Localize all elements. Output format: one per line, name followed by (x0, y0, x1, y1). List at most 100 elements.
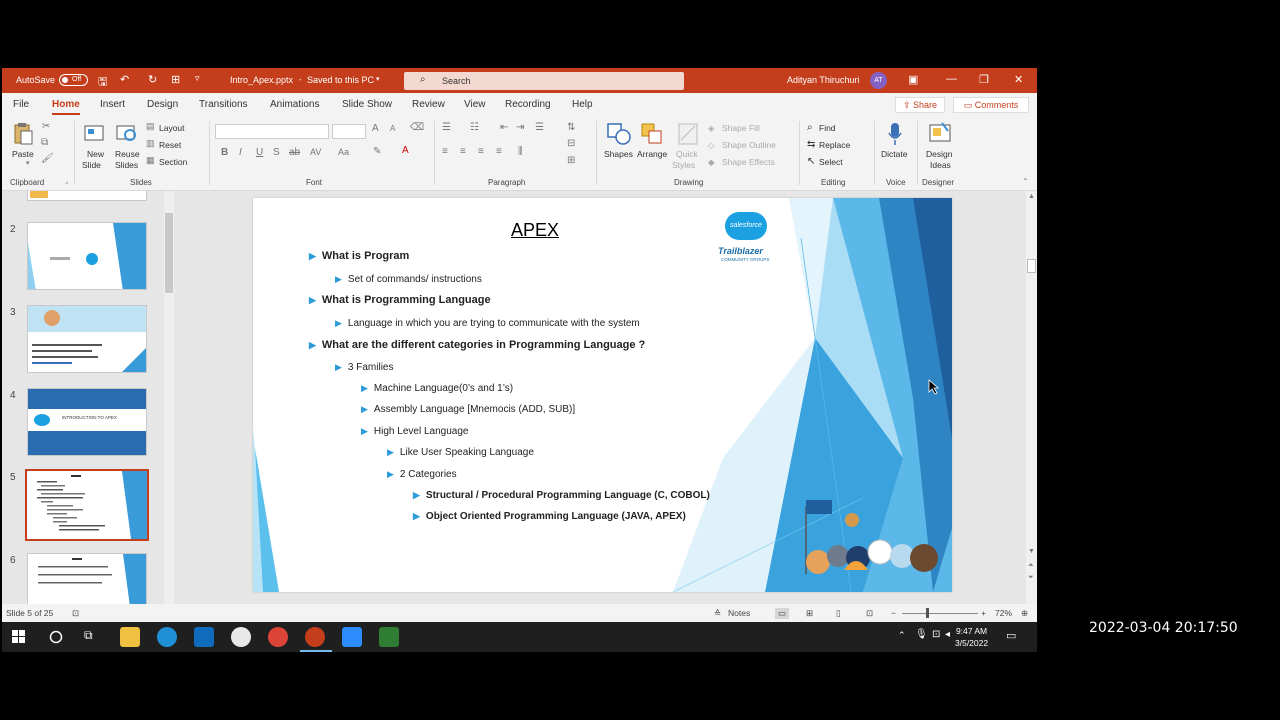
bullet-l1[interactable]: ▶ What is Programming Language (309, 294, 491, 306)
section-button[interactable]: Section (159, 157, 187, 167)
highlight-icon[interactable]: ✎ (373, 146, 381, 157)
tab-help[interactable]: Help (572, 99, 593, 110)
redo-icon[interactable]: ↻ (148, 73, 157, 86)
reading-view-icon[interactable]: ▯ (836, 608, 841, 619)
close-icon[interactable]: ✕ (1014, 73, 1023, 86)
design-ideas-icon[interactable] (928, 121, 952, 145)
paste-icon[interactable] (12, 122, 34, 146)
save-icon[interactable]: 🖫 (98, 73, 107, 92)
microphone-icon[interactable] (887, 121, 903, 147)
search-icon[interactable] (48, 629, 64, 645)
paste-label[interactable]: Paste (12, 149, 34, 159)
arrange-button[interactable]: Arrange (637, 149, 667, 159)
bullet-l2[interactable]: ▶ 3 Families (335, 362, 394, 373)
zoom-level[interactable]: 72% (995, 608, 1012, 618)
columns-icon[interactable]: ⫼ (518, 146, 523, 157)
reuse-slides-label[interactable]: Reuse (115, 149, 140, 159)
powerpoint-icon[interactable] (305, 627, 325, 647)
shrink-font-icon[interactable]: A (390, 124, 395, 133)
replace-icon[interactable]: ⇆ (807, 139, 815, 150)
find-button[interactable]: Find (819, 123, 836, 133)
zoom-in-icon[interactable]: + (981, 608, 986, 618)
align-text-icon[interactable]: ⊟ (567, 138, 575, 149)
zoom-slider-thumb[interactable] (926, 608, 929, 618)
align-center-icon[interactable]: ≡ (460, 146, 466, 157)
replace-button[interactable]: Replace (819, 140, 850, 150)
tab-home[interactable]: Home (52, 99, 80, 115)
thumbnail-scrollbar[interactable] (164, 191, 174, 604)
slide-thumbnail-2[interactable] (27, 222, 147, 290)
slide-thumbnail-1[interactable] (27, 191, 147, 201)
zoom-app-icon[interactable] (342, 627, 362, 647)
smartart-icon[interactable]: ⊞ (567, 155, 575, 166)
microphone-icon[interactable]: 🎙 (915, 629, 928, 640)
restore-icon[interactable]: ❐ (979, 73, 989, 86)
character-spacing-button[interactable]: AV (310, 147, 321, 157)
font-color-icon[interactable]: A (402, 145, 409, 156)
arrange-icon[interactable] (640, 122, 664, 146)
cut-icon[interactable]: ✂ (42, 121, 50, 132)
bold-button[interactable]: B (221, 147, 228, 158)
scroll-down-icon[interactable]: ▼ (1028, 548, 1035, 555)
line-spacing-icon[interactable]: ☰ (535, 122, 544, 133)
file-explorer-icon[interactable] (120, 627, 140, 647)
text-direction-icon[interactable]: ⇅ (567, 122, 575, 133)
bullet-l1[interactable]: ▶ What is Program (309, 250, 409, 262)
shape-outline-icon[interactable]: ◇ (708, 140, 715, 151)
decrease-indent-icon[interactable]: ⇤ (500, 122, 508, 133)
strikethrough-icon[interactable]: ab (289, 147, 300, 158)
bullet-l5[interactable]: ▶ Structural / Procedural Programming Lan… (413, 490, 710, 501)
notes-button[interactable]: Notes (728, 608, 750, 618)
bullet-l3[interactable]: ▶ High Level Language (361, 426, 468, 437)
shape-effects-icon[interactable]: ◆ (708, 157, 715, 168)
reuse-slides-label-2[interactable]: Slides (115, 160, 138, 170)
collapse-ribbon-icon[interactable]: ⌃ (1022, 177, 1029, 186)
notifications-icon[interactable]: ▭ (1006, 629, 1016, 642)
tab-recording[interactable]: Recording (505, 99, 551, 110)
align-left-icon[interactable]: ≡ (442, 146, 448, 157)
task-view-icon[interactable]: ⧉ (84, 628, 93, 643)
dialog-launcher-icon[interactable]: ⌟ (65, 177, 68, 185)
increase-indent-icon[interactable]: ⇥ (516, 122, 524, 133)
undo-icon[interactable]: ↶ (120, 73, 129, 86)
scroll-up-icon[interactable]: ▲ (1028, 193, 1035, 200)
tab-transitions[interactable]: Transitions (199, 99, 248, 110)
tab-insert[interactable]: Insert (100, 99, 125, 110)
save-status[interactable]: Saved to this PC (307, 75, 374, 85)
bullet-l3[interactable]: ▶ Assembly Language [Mnemocis (ADD, SUB)] (361, 404, 575, 415)
search-box[interactable]: ⌕ Search (404, 72, 684, 90)
shape-effects-button[interactable]: Shape Effects (722, 157, 775, 167)
chrome-icon[interactable] (268, 627, 288, 647)
notes-icon[interactable]: ≙ (714, 608, 721, 619)
copy-icon[interactable]: ⧉ (41, 137, 48, 148)
normal-view-icon[interactable]: ▭ (775, 608, 790, 619)
bullet-l4[interactable]: ▶ Like User Speaking Language (387, 447, 534, 458)
italic-button[interactable]: I (239, 147, 242, 158)
design-ideas-label[interactable]: Design (926, 149, 952, 159)
align-right-icon[interactable]: ≡ (478, 146, 484, 157)
slide-title[interactable]: APEX (511, 220, 559, 241)
reuse-slides-icon[interactable] (115, 122, 139, 144)
outlook-icon[interactable] (194, 627, 214, 647)
font-size-select[interactable] (332, 124, 366, 139)
new-slide-icon[interactable] (83, 122, 105, 144)
shape-fill-button[interactable]: Shape Fill (722, 123, 760, 133)
avatar[interactable]: AT (870, 72, 887, 89)
grow-font-icon[interactable]: A (372, 123, 379, 134)
minimize-icon[interactable]: — (946, 73, 957, 85)
bullet-l1[interactable]: ▶ What are the different categories in Pr… (309, 339, 645, 351)
bullets-icon[interactable]: ☰ (442, 122, 451, 133)
quick-styles-label-2[interactable]: Styles (672, 160, 695, 170)
tab-design[interactable]: Design (147, 99, 178, 110)
slide-5[interactable]: APEX salesforce Trailblazer COMMUNITY GR… (253, 198, 952, 592)
accessibility-icon[interactable]: ⊡ (72, 608, 79, 619)
new-slide-label-2[interactable]: Slide (82, 160, 101, 170)
layout-icon[interactable]: ▤ (146, 121, 155, 132)
chevron-up-icon[interactable]: ⌃ (898, 630, 906, 641)
tab-file[interactable]: File (13, 99, 29, 110)
font-name-select[interactable] (215, 124, 329, 139)
quick-styles-label[interactable]: Quick (676, 149, 698, 159)
scrollbar-thumb[interactable] (1027, 259, 1036, 273)
design-ideas-label-2[interactable]: Ideas (930, 160, 951, 170)
chevron-down-icon[interactable]: ▾ (376, 75, 380, 83)
